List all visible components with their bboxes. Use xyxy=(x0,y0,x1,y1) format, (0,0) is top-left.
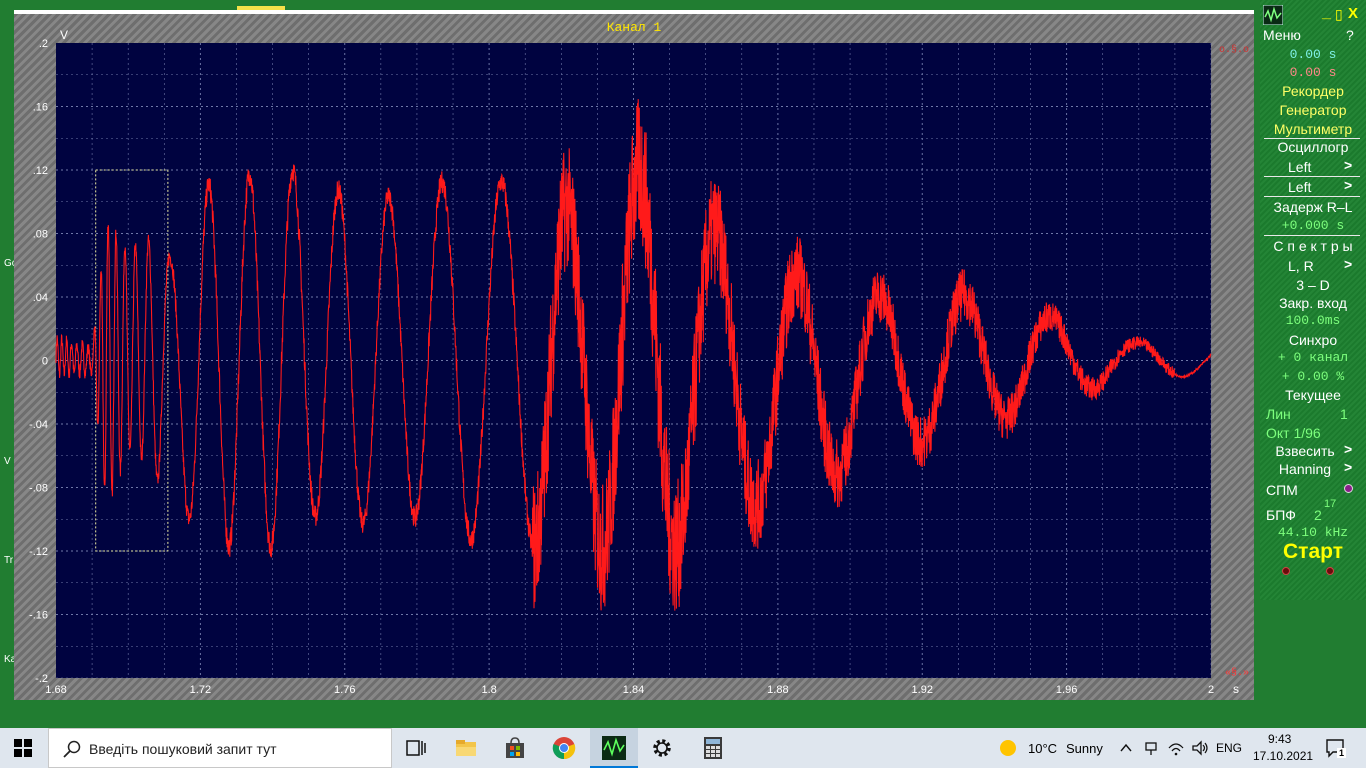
input-close-label: Закр. вход xyxy=(1279,295,1347,311)
y-tick-label: -.12 xyxy=(29,546,48,558)
desktop-icon-label[interactable]: V xyxy=(4,456,11,467)
generator-button[interactable]: Генератор xyxy=(1260,102,1366,118)
help-button[interactable]: ? xyxy=(1346,27,1362,43)
search-box[interactable]: Введіть пошуковий запит тут xyxy=(48,728,392,768)
psd-indicator-icon[interactable] xyxy=(1344,484,1353,493)
cursor-time-2: 0.00 s xyxy=(1289,65,1337,80)
status-led-right-icon xyxy=(1326,567,1334,575)
sync-label: Синхро xyxy=(1288,332,1338,348)
chevron-right-icon[interactable]: > xyxy=(1344,157,1360,173)
sync-channel[interactable]: + 0 канал xyxy=(1260,350,1366,365)
x-tick-label: 1.88 xyxy=(767,684,788,696)
settings-gear-icon[interactable] xyxy=(650,736,674,760)
weather-temperature[interactable]: 10°C xyxy=(1028,741,1057,756)
chevron-right-icon[interactable]: > xyxy=(1344,256,1360,272)
x-axis-label: s xyxy=(1233,682,1239,696)
x-tick-label: 1.76 xyxy=(334,684,355,696)
taskbar-active-app[interactable] xyxy=(590,728,638,768)
cursor-time-1: 0.00 s xyxy=(1289,47,1337,62)
input-close-value[interactable]: 100.0ms xyxy=(1260,313,1366,328)
psd-button[interactable]: СПМ xyxy=(1266,482,1316,498)
sun-weather-icon[interactable] xyxy=(998,738,1018,758)
windows-start-icon[interactable] xyxy=(14,739,38,763)
clock-date[interactable]: 17.10.2021 xyxy=(1253,749,1313,763)
window-function-select[interactable]: Hanning xyxy=(1270,461,1340,477)
recorder-button[interactable]: Рекордер xyxy=(1260,83,1366,99)
delay-value[interactable]: +0.000 s xyxy=(1260,218,1366,233)
x-tick-label: 1.84 xyxy=(623,684,644,696)
maximize-button[interactable]: ▯ xyxy=(1335,6,1349,23)
notifications-count: 1 xyxy=(1337,748,1347,758)
multimeter-button[interactable]: Мультиметр xyxy=(1260,121,1366,137)
oscilloscope-app-icon[interactable] xyxy=(1263,5,1283,25)
three-d-button[interactable]: 3 – D xyxy=(1260,277,1366,293)
weather-text[interactable]: Sunny xyxy=(1066,741,1103,756)
chrome-icon[interactable] xyxy=(552,736,576,760)
chevron-right-icon[interactable]: > xyxy=(1344,441,1360,457)
y-tick-label: .2 xyxy=(39,38,48,50)
store-icon[interactable] xyxy=(503,736,527,760)
volume-icon[interactable] xyxy=(1191,740,1209,756)
x-tick-label: 1.96 xyxy=(1056,684,1077,696)
file-explorer-icon[interactable] xyxy=(454,736,478,760)
current-button[interactable]: Текущее xyxy=(1260,387,1366,403)
y-tick-label: -.16 xyxy=(29,610,48,622)
oscilloscope-button[interactable]: Осциллогр xyxy=(1260,139,1366,155)
y-tick-label: -.08 xyxy=(29,483,48,495)
status-led-left-icon xyxy=(1282,567,1290,575)
cursor-readout-bottom[interactable]: «§.» xyxy=(1225,667,1249,679)
search-placeholder[interactable]: Введіть пошуковий запит тут xyxy=(89,741,277,757)
y-tick-label: -.2 xyxy=(35,673,48,685)
start-button[interactable]: Старт xyxy=(1260,540,1366,564)
oscilloscope-window: Канал 1 1.68 1.72 1.76 1.8 1.84 1.88 1.92 1.96 2… xyxy=(14,10,1254,700)
panel-divider xyxy=(1264,196,1360,197)
calculator-icon[interactable] xyxy=(701,736,725,760)
y-tick-label: .16 xyxy=(33,102,48,114)
spectra-button[interactable]: С п е к т р ы xyxy=(1260,238,1366,254)
task-view-icon[interactable] xyxy=(404,736,428,760)
delay-label: Задерж R–L xyxy=(1273,199,1353,215)
desktop-icon-label[interactable]: Tr xyxy=(4,555,13,566)
sample-rate[interactable]: 44.10 kHz xyxy=(1260,525,1366,540)
language-indicator[interactable]: ENG xyxy=(1216,741,1242,755)
chevron-right-icon[interactable]: > xyxy=(1344,459,1360,475)
clock-time[interactable]: 9:43 xyxy=(1268,732,1291,746)
chevron-up-icon[interactable] xyxy=(1120,742,1132,754)
oscilloscope-taskbar-icon[interactable] xyxy=(602,736,626,760)
weight-button[interactable]: Взвесить xyxy=(1270,443,1340,459)
menu-button[interactable]: Меню xyxy=(1263,27,1323,43)
search-icon xyxy=(63,740,81,758)
minimize-button[interactable]: _ xyxy=(1322,4,1336,22)
y-tick-label: .04 xyxy=(33,292,48,304)
x-tick-label: 1.8 xyxy=(481,684,496,696)
wifi-icon[interactable] xyxy=(1167,740,1185,756)
cursor-readout-top[interactable]: o.§.o xyxy=(1219,44,1249,56)
sync-percent[interactable]: + 0.00 % xyxy=(1260,369,1366,384)
network-plug-icon[interactable] xyxy=(1143,740,1159,756)
waveform-chart[interactable]: 1.68 1.72 1.76 1.8 1.84 1.88 1.92 1.96 2 .2 .16 .12… xyxy=(14,14,1254,704)
control-panel: _ ▯ X Меню ? 0.00 s 0.00 s Рекордер Гене… xyxy=(1260,0,1366,600)
spectra-lr-select[interactable]: L, R xyxy=(1288,258,1338,274)
x-tick-label: 1.92 xyxy=(912,684,933,696)
channel-left-select[interactable]: Left xyxy=(1288,159,1338,175)
lin-value[interactable]: 1 xyxy=(1340,406,1360,422)
fft-label: БПФ xyxy=(1266,507,1296,523)
y-axis-label: V xyxy=(60,28,68,42)
x-tick-label: 2 xyxy=(1208,684,1214,696)
fft-exponent[interactable]: 17 xyxy=(1324,498,1344,510)
octave-select[interactable]: Окт 1/96 xyxy=(1266,425,1362,441)
y-tick-label: 0 xyxy=(42,356,48,368)
x-tick-label: 1.68 xyxy=(45,684,66,696)
channel-left-select-2[interactable]: Left xyxy=(1288,179,1338,195)
panel-divider xyxy=(1264,235,1360,236)
lin-label[interactable]: Лин xyxy=(1266,406,1306,422)
close-button[interactable]: X xyxy=(1348,5,1362,22)
x-tick-label: 1.72 xyxy=(190,684,211,696)
y-tick-label: -.04 xyxy=(29,419,48,431)
y-tick-label: .12 xyxy=(33,165,48,177)
chevron-right-icon[interactable]: > xyxy=(1344,177,1360,193)
taskbar: Введіть пошуковий запит тут 10°C Sunny E… xyxy=(0,728,1366,768)
y-tick-label: .08 xyxy=(33,229,48,241)
